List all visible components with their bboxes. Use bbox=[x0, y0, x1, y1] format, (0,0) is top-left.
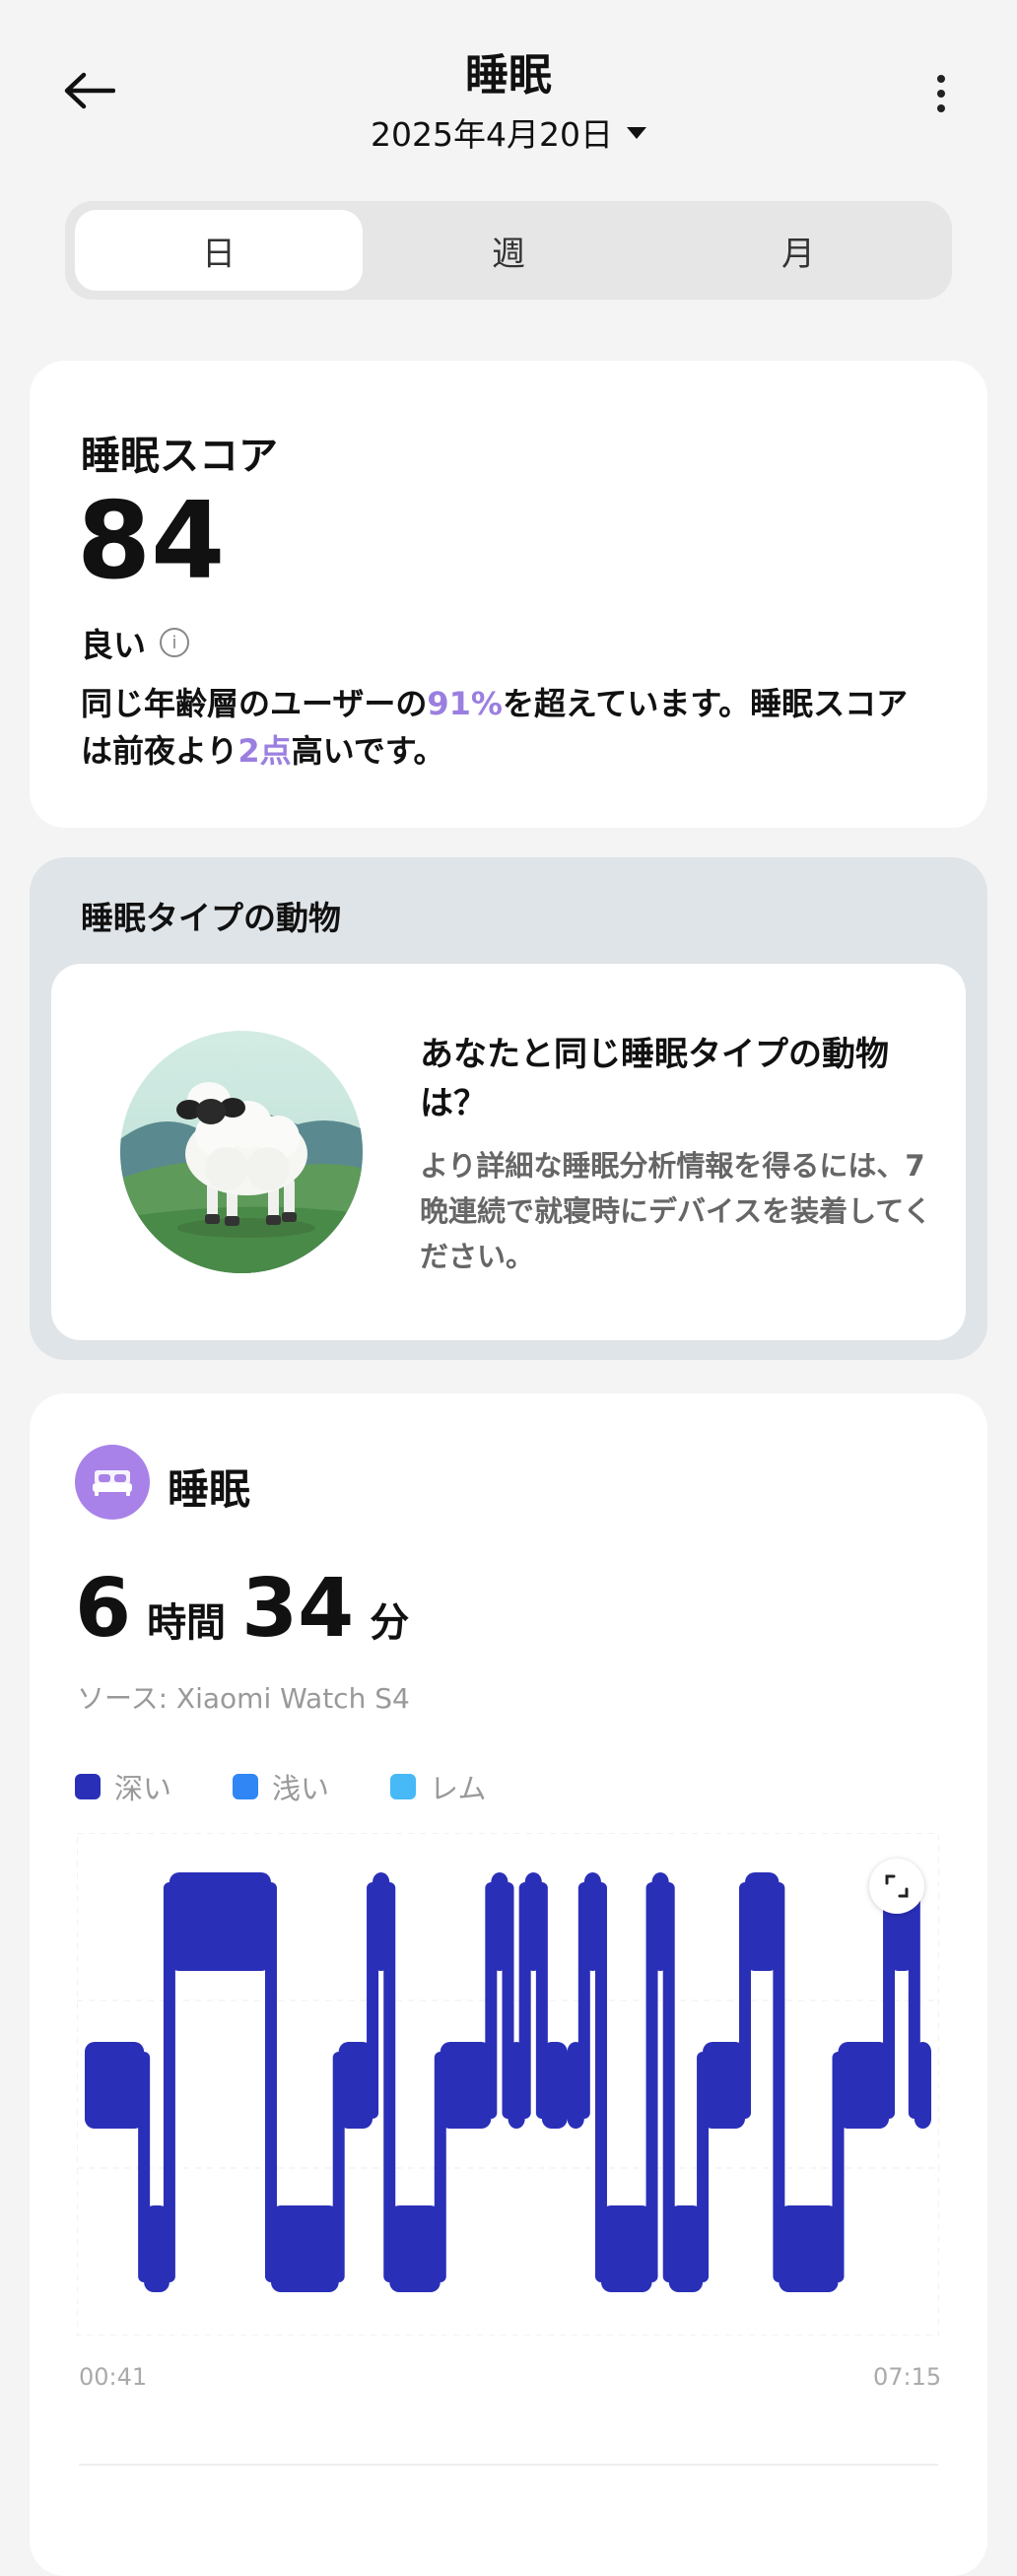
animal-question: あなたと同じ睡眠タイプの動物は？ bbox=[420, 1035, 889, 1123]
date-selector[interactable]: 2025年4月20日 bbox=[0, 108, 1017, 156]
stage-bar-17 bbox=[703, 2042, 746, 2129]
legend-deep: 深い bbox=[75, 1766, 171, 1807]
desc-text: 高いです。 bbox=[291, 732, 445, 770]
sleep-stage-chart[interactable] bbox=[77, 1833, 939, 2336]
legend-swatch-rem bbox=[390, 1774, 417, 1799]
period-tabs: 日 週 月 bbox=[65, 201, 952, 300]
tab-day[interactable]: 日 bbox=[75, 210, 363, 291]
stage-bar-14 bbox=[600, 2205, 652, 2292]
duration-hours: 6 bbox=[75, 1562, 132, 1656]
info-icon[interactable]: i bbox=[160, 628, 189, 657]
stage-bar-19 bbox=[779, 2205, 839, 2292]
legend-light: 浅い bbox=[233, 1766, 329, 1807]
more-options-button[interactable] bbox=[921, 64, 961, 123]
score-quality: 良い i bbox=[81, 619, 189, 666]
legend-swatch-light bbox=[233, 1774, 259, 1799]
hours-unit: 時間 bbox=[147, 1600, 227, 1646]
stage-bar-22 bbox=[914, 2042, 931, 2129]
legend-label: 浅い bbox=[272, 1772, 330, 1805]
page-title: 睡眠 bbox=[465, 50, 552, 101]
desc-text: 同じ年齢層のユーザーの bbox=[81, 685, 428, 722]
tab-week[interactable]: 週 bbox=[365, 210, 652, 291]
animal-subtext: より詳細な睡眠分析情報を得るには、7晩連続で就寝時にデバイスを装着してください。 bbox=[420, 1149, 932, 1273]
chart-legend: 深い 浅い レム bbox=[75, 1766, 486, 1807]
duration-minutes: 34 bbox=[241, 1562, 355, 1656]
divider bbox=[79, 2464, 938, 2466]
date-label: 2025年4月20日 bbox=[371, 115, 613, 154]
sleep-duration: 6 時間 34 分 bbox=[75, 1569, 425, 1650]
animal-section-title: 睡眠タイプの動物 bbox=[81, 899, 341, 937]
caret-down-icon bbox=[626, 126, 646, 139]
stage-bar-3 bbox=[270, 2205, 339, 2292]
stage-bar-0 bbox=[85, 2042, 145, 2129]
stage-bar-7 bbox=[440, 2042, 492, 2129]
expand-icon bbox=[885, 1874, 909, 1898]
points-highlight: 2点 bbox=[237, 732, 292, 770]
bed-icon bbox=[75, 1445, 150, 1520]
stage-bar-2 bbox=[169, 1872, 271, 1971]
chart-start-time: 00:41 bbox=[79, 2363, 148, 2391]
sheep-illustration bbox=[120, 1031, 363, 1273]
chart-end-time: 07:15 bbox=[873, 2363, 942, 2391]
score-value: 84 bbox=[77, 480, 226, 603]
quality-label: 良い bbox=[81, 626, 146, 664]
legend-swatch-deep bbox=[75, 1774, 101, 1799]
legend-rem: レム bbox=[390, 1766, 486, 1807]
legend-label: レム bbox=[430, 1772, 487, 1805]
data-source: ソース: Xiaomi Watch S4 bbox=[77, 1682, 410, 1715]
expand-chart-button[interactable] bbox=[869, 1859, 924, 1914]
tab-month[interactable]: 月 bbox=[654, 210, 942, 291]
stage-bar-20 bbox=[838, 2042, 890, 2129]
legend-label: 深い bbox=[114, 1772, 172, 1805]
minutes-unit: 分 bbox=[370, 1600, 410, 1646]
score-label: 睡眠スコア bbox=[81, 434, 278, 479]
sleep-section-title: 睡眠 bbox=[168, 1465, 251, 1514]
stage-bar-6 bbox=[389, 2205, 441, 2292]
percent-highlight: 91% bbox=[427, 685, 503, 722]
score-description: 同じ年齢層のユーザーの91%を超えています。睡眠スコアは前夜より2点高いです。 bbox=[81, 680, 928, 775]
